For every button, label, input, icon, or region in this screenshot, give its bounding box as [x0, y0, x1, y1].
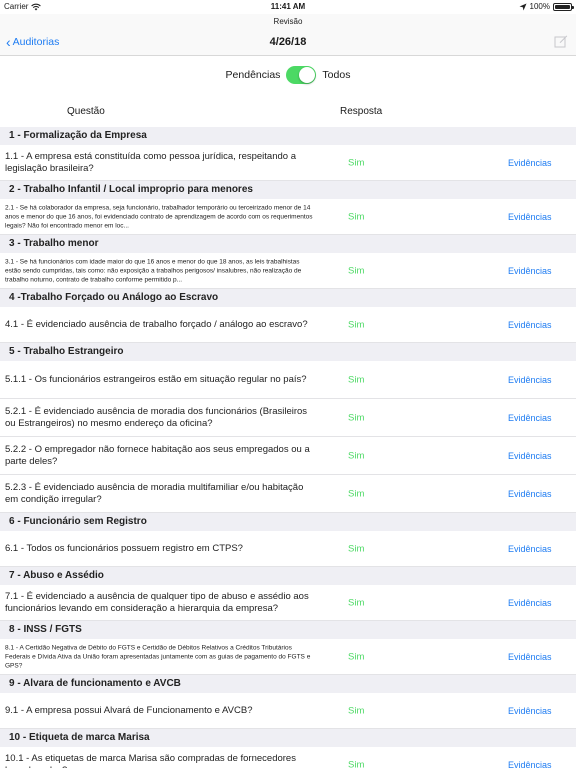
evidence-link[interactable]: Evidências [508, 266, 552, 276]
section-header: 1 - Formalização da Empresa [0, 127, 576, 145]
section-header: 4 -Trabalho Forçado ou Análogo ao Escrav… [0, 289, 576, 307]
section-header: 8 - INSS / FGTS [0, 621, 576, 639]
question-row[interactable]: 2.1 - Se há colaborador da empresa, seja… [0, 199, 576, 235]
answer-value: Sim [348, 705, 365, 716]
question-column-header: Questão [67, 106, 105, 117]
evidence-link[interactable]: Evidências [508, 544, 552, 554]
status-bar: Carrier 11:41 AM 100% [0, 0, 576, 14]
answer-value: Sim [348, 412, 365, 423]
question-row[interactable]: 1.1 - A empresa está constituída como pe… [0, 145, 576, 181]
evidence-link[interactable]: Evidências [508, 212, 552, 222]
question-text: 9.1 - A empresa possui Alvará de Funcion… [5, 704, 253, 716]
location-arrow-icon [519, 3, 527, 10]
section-header: 7 - Abuso e Assédio [0, 567, 576, 585]
question-text: 5.2.1 - É evidenciado ausência de moradi… [5, 405, 308, 429]
evidence-link[interactable]: Evidências [508, 158, 552, 168]
question-row[interactable]: 3.1 - Se há funcionários com idade maior… [0, 253, 576, 289]
nav-subtitle: Revisão [273, 17, 303, 26]
question-text: 1.1 - A empresa está constituída como pe… [5, 150, 296, 174]
question-row[interactable]: 5.2.2 - O empregador não fornece habitaç… [0, 437, 576, 475]
answer-value: Sim [348, 759, 365, 768]
audit-question-list: 1 - Formalização da Empresa 1.1 - A empre… [0, 127, 576, 768]
evidence-link[interactable]: Evidências [508, 413, 552, 423]
question-text: 5.1.1 - Os funcionários estrangeiros est… [5, 373, 307, 385]
section-header: 10 - Etiqueta de marca Marisa [0, 729, 576, 747]
section-header: 9 - Alvara de funcionamento e AVCB [0, 675, 576, 693]
column-headers: Questão Resposta [0, 106, 576, 122]
answer-value: Sim [348, 543, 365, 554]
evidence-link[interactable]: Evidências [508, 598, 552, 608]
answer-value: Sim [348, 450, 365, 461]
page-title: 4/26/18 [269, 36, 307, 48]
question-row[interactable]: 5.2.3 - É evidenciado ausência de moradi… [0, 475, 576, 513]
filter-all-label: Todos [322, 69, 351, 81]
answer-column-header: Resposta [340, 106, 383, 117]
answer-value: Sim [348, 488, 365, 499]
question-row[interactable]: 10.1 - As etiquetas de marca Marisa são … [0, 747, 576, 768]
section-header: 3 - Trabalho menor [0, 235, 576, 253]
answer-value: Sim [348, 319, 365, 330]
question-text: 5.2.3 - É evidenciado ausência de moradi… [5, 481, 304, 505]
question-text: 8.1 - A Certidão Negativa de Débito do F… [5, 644, 311, 669]
evidence-link[interactable]: Evidências [508, 451, 552, 461]
navigation-bar: Revisão ‹ Auditorias 4/26/18 [0, 14, 576, 56]
evidence-link[interactable]: Evidências [508, 375, 552, 385]
evidence-link[interactable]: Evidências [508, 320, 552, 330]
evidence-link[interactable]: Evidências [508, 489, 552, 499]
question-text: 5.2.2 - O empregador não fornece habitaç… [5, 443, 310, 467]
question-text: 6.1 - Todos os funcionários possuem regi… [5, 542, 243, 554]
question-text: 4.1 - É evidenciado ausência de trabalho… [5, 318, 308, 330]
question-row[interactable]: 8.1 - A Certidão Negativa de Débito do F… [0, 639, 576, 675]
section-header: 6 - Funcionário sem Registro [0, 513, 576, 531]
section-header: 2 - Trabalho Infantil / Local improprio … [0, 181, 576, 199]
filter-toggle-row: Pendências Todos [0, 66, 576, 84]
filter-switch[interactable] [286, 66, 317, 84]
answer-value: Sim [348, 597, 365, 608]
question-row[interactable]: 6.1 - Todos os funcionários possuem regi… [0, 531, 576, 567]
answer-value: Sim [348, 211, 365, 222]
answer-value: Sim [348, 157, 365, 168]
answer-value: Sim [348, 374, 365, 385]
filter-pending-label: Pendências [225, 69, 281, 81]
question-row[interactable]: 9.1 - A empresa possui Alvará de Funcion… [0, 693, 576, 729]
question-row[interactable]: 4.1 - É evidenciado ausência de trabalho… [0, 307, 576, 343]
question-text: 10.1 - As etiquetas de marca Marisa são … [5, 752, 296, 768]
evidence-link[interactable]: Evidências [508, 760, 552, 768]
question-row[interactable]: 5.2.1 - É evidenciado ausência de moradi… [0, 399, 576, 437]
question-row[interactable]: 7.1 - É evidenciado a ausência de qualqu… [0, 585, 576, 621]
answer-value: Sim [348, 265, 365, 276]
edit-icon[interactable] [554, 34, 568, 48]
status-right: 100% [519, 2, 574, 11]
battery-percent: 100% [529, 2, 550, 11]
evidence-link[interactable]: Evidências [508, 706, 552, 716]
evidence-link[interactable]: Evidências [508, 652, 552, 662]
question-row[interactable]: 5.1.1 - Os funcionários estrangeiros est… [0, 361, 576, 399]
question-text: 7.1 - É evidenciado a ausência de qualqu… [5, 590, 309, 614]
question-text: 3.1 - Se há funcionários com idade maior… [5, 258, 302, 283]
battery-icon [553, 2, 574, 11]
section-header: 5 - Trabalho Estrangeiro [0, 343, 576, 361]
clock: 11:41 AM [270, 2, 306, 11]
answer-value: Sim [348, 651, 365, 662]
question-text: 2.1 - Se há colaborador da empresa, seja… [5, 204, 313, 229]
